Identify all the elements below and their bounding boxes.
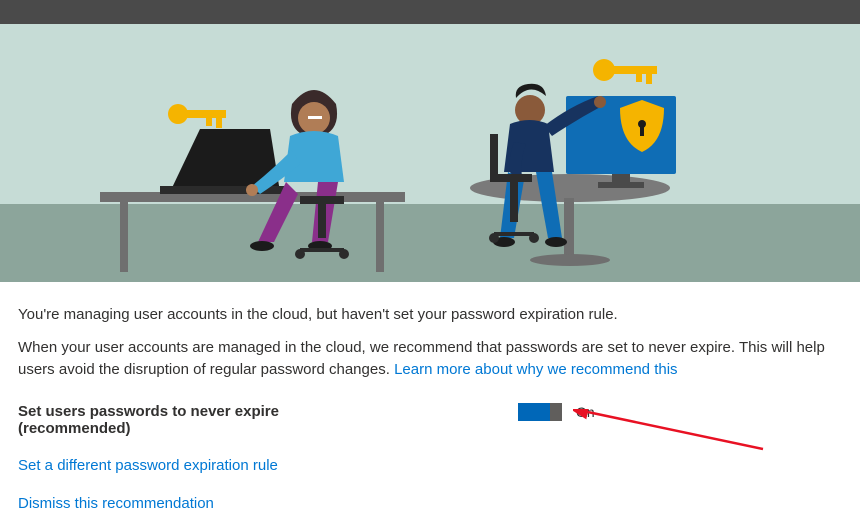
content-area: You're managing user accounts in the clo… <box>0 282 860 513</box>
never-expire-toggle[interactable] <box>518 403 562 421</box>
setting-label: Set users passwords to never expire (rec… <box>18 403 338 437</box>
dismiss-recommendation-link[interactable]: Dismiss this recommendation <box>18 495 214 512</box>
top-bar <box>0 0 860 24</box>
hero-svg <box>0 24 860 282</box>
toggle-thumb <box>518 403 550 421</box>
annotation-arrow <box>573 409 773 469</box>
detail-paragraph: When your user accounts are managed in t… <box>18 337 842 381</box>
intro-text: You're managing user accounts in the clo… <box>18 306 842 323</box>
learn-more-link[interactable]: Learn more about why we recommend this <box>394 361 677 378</box>
hero-illustration <box>0 24 860 282</box>
set-different-rule-link[interactable]: Set a different password expiration rule <box>18 457 278 474</box>
